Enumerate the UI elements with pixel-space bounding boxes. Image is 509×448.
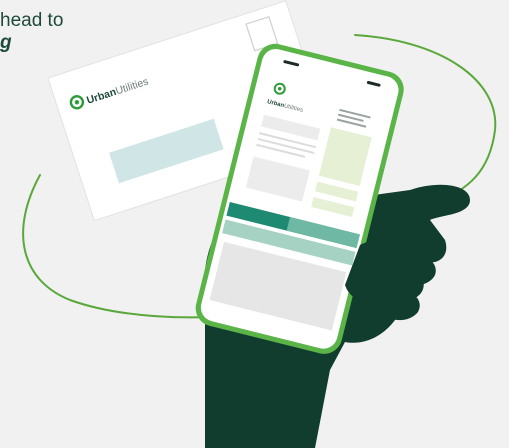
phone-bill-illustration: UrbanUtilities UrbanUtilities: [22, 0, 497, 448]
illustration-stage: head to g UrbanUtilities UrbanUtilities: [0, 0, 509, 448]
